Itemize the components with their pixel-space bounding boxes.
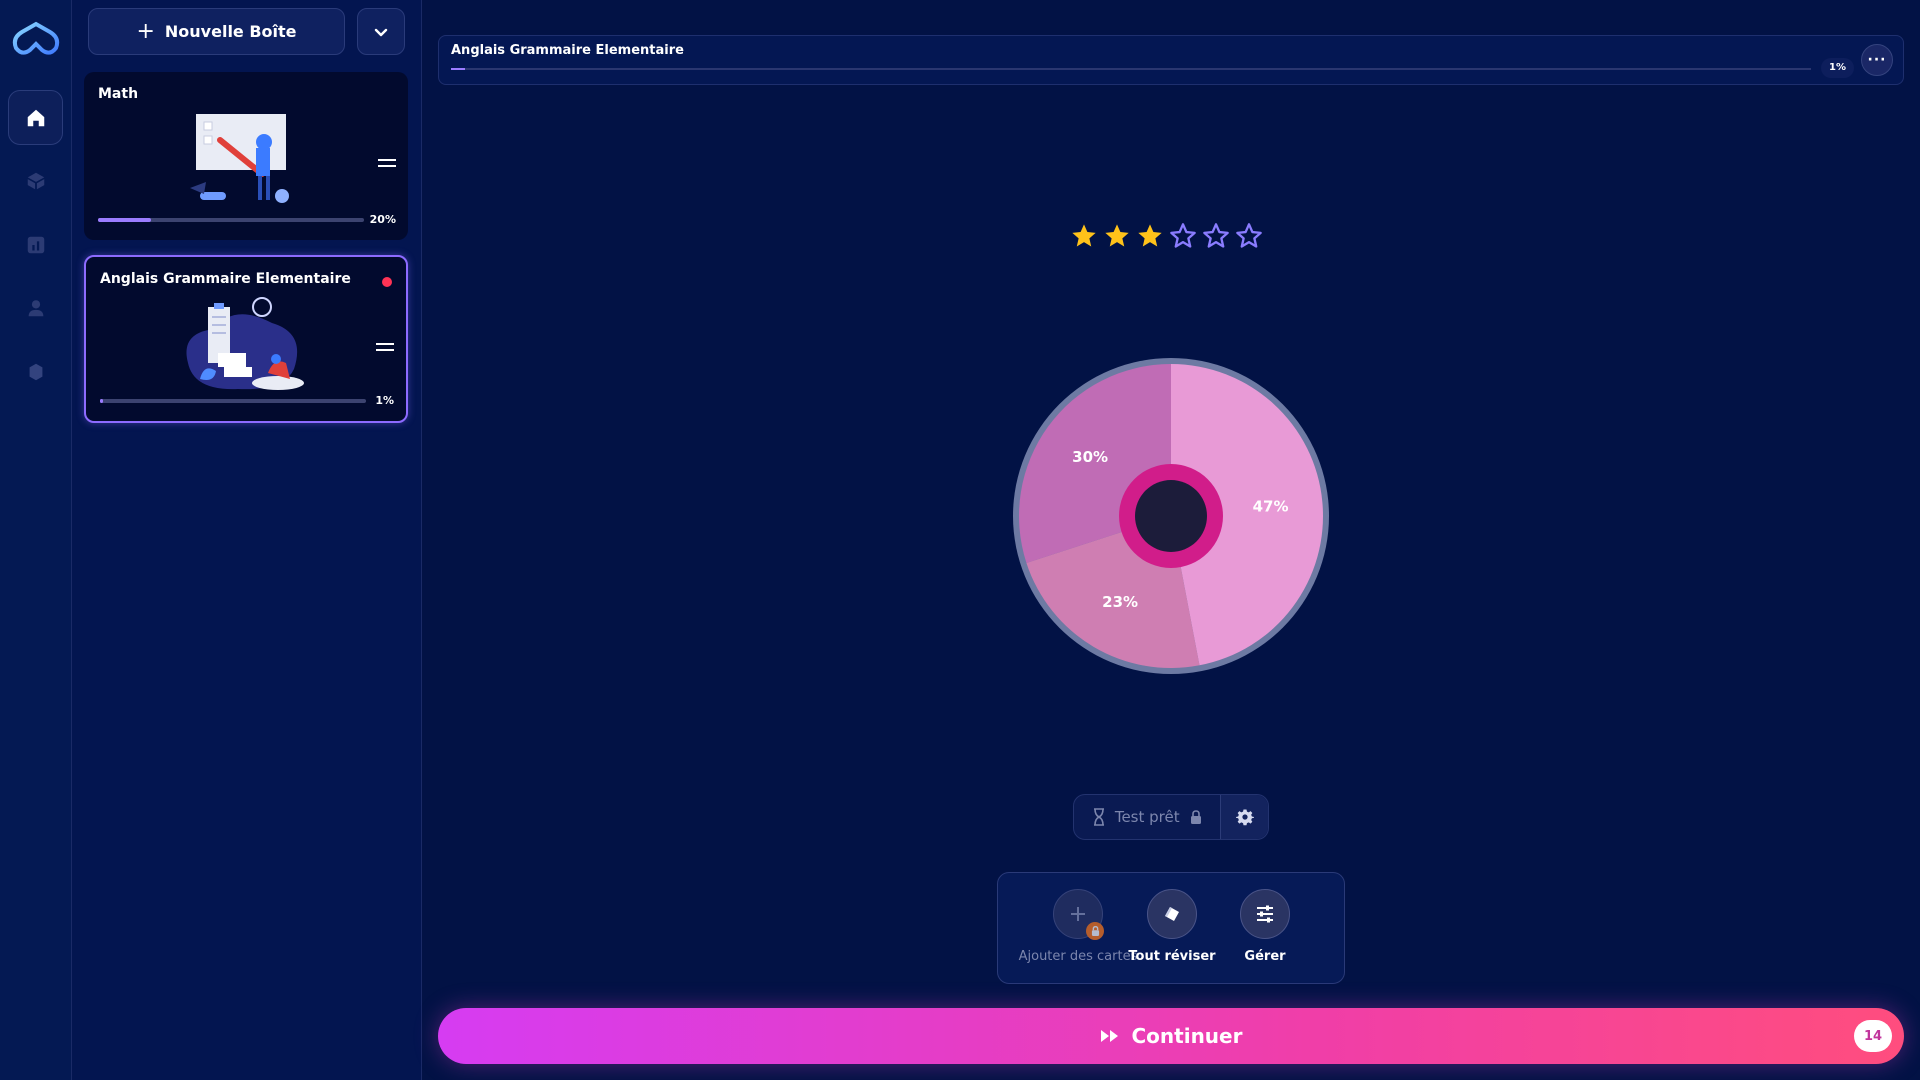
pie-center: [1135, 480, 1207, 552]
star-filled-icon: [1138, 224, 1162, 247]
more-options-button[interactable]: ···: [1861, 44, 1893, 76]
gear-icon: [1235, 809, 1254, 826]
lock-badge-icon: [1086, 922, 1104, 940]
star-filled-icon: [1105, 224, 1129, 247]
deck-progress-fill: [100, 399, 103, 403]
star-filled-icon: [1072, 224, 1096, 247]
math-illustration: [190, 114, 289, 203]
deck-header: Anglais Grammaire Elementaire 1% ···: [438, 35, 1904, 85]
test-settings-button[interactable]: [1220, 795, 1268, 839]
deck-title: Anglais Grammaire Elementaire: [100, 271, 351, 287]
plus-icon: [1071, 907, 1085, 921]
deck-actions-panel: Ajouter des cartes Tout réviser Gérer: [997, 872, 1345, 984]
deck-progress-label: 20%: [369, 213, 396, 226]
stats-nav-button[interactable]: [8, 217, 63, 272]
chart-icon: [27, 236, 44, 253]
deck-header-progress-label: 1%: [1821, 58, 1854, 78]
grammar-illustration: [186, 297, 304, 390]
ellipsis-icon: ···: [1867, 52, 1887, 68]
deck-progress-fill: [98, 218, 152, 222]
sliders-icon: [1257, 905, 1273, 923]
user-icon: [28, 299, 43, 316]
deck-title: Math: [98, 86, 139, 102]
deck-sidebar: + Nouvelle Boîte Math 20% Anglais Gramma…: [72, 0, 422, 1080]
progress-pie-chart: 47% 23% 30%: [1013, 358, 1329, 674]
new-box-dropdown-button[interactable]: [357, 8, 405, 55]
profile-nav-button[interactable]: [8, 280, 63, 335]
eraser-icon: [1165, 907, 1179, 921]
deck-progress-bar: [98, 218, 364, 222]
box-icon: [27, 172, 44, 189]
store-nav-button[interactable]: [8, 344, 63, 399]
continue-button[interactable]: Continuer 14: [438, 1008, 1904, 1064]
hourglass-icon: [1093, 808, 1104, 826]
test-ready-button[interactable]: Test prêt: [1074, 795, 1220, 839]
app-logo[interactable]: [10, 18, 62, 60]
lock-icon: [1190, 810, 1201, 824]
star-empty-icon: [1170, 223, 1196, 248]
deck-card-anglais[interactable]: Anglais Grammaire Elementaire 1%: [84, 255, 408, 423]
bag-icon: [29, 363, 42, 380]
due-count-badge: 14: [1854, 1020, 1892, 1052]
deck-progress-label: 1%: [375, 394, 394, 407]
drag-handle-icon[interactable]: [378, 159, 396, 167]
deck-header-progress-bar: [451, 68, 1811, 70]
notification-dot: [382, 277, 392, 287]
new-box-button[interactable]: + Nouvelle Boîte: [88, 8, 345, 55]
star-empty-icon: [1236, 223, 1262, 248]
pie-slice-label: 47%: [1253, 498, 1289, 516]
pie-slice-label: 30%: [1072, 448, 1108, 466]
manage-label: Gérer: [1244, 949, 1286, 964]
new-box-label: Nouvelle Boîte: [164, 22, 297, 41]
fast-forward-icon: [1100, 1030, 1118, 1042]
deck-card-math[interactable]: Math 20%: [84, 72, 408, 240]
pie-slice-label: 23%: [1102, 593, 1138, 611]
plus-icon: +: [136, 19, 155, 44]
decks-nav-button[interactable]: [8, 153, 63, 208]
home-nav-button[interactable]: [8, 90, 63, 145]
star-rating: [1070, 222, 1263, 250]
nav-rail: [0, 0, 72, 1080]
test-control: Test prêt: [1073, 794, 1269, 840]
manage-button[interactable]: Gérer: [1205, 889, 1325, 964]
deck-header-progress-fill: [451, 68, 465, 70]
chevron-down-icon: [374, 28, 388, 36]
test-ready-label: Test prêt: [1114, 808, 1180, 826]
star-empty-icon: [1203, 223, 1229, 248]
deck-header-title: Anglais Grammaire Elementaire: [451, 43, 684, 58]
deck-progress-bar: [100, 399, 366, 403]
continue-label: Continuer: [1131, 1024, 1243, 1048]
home-icon: [27, 109, 44, 126]
drag-handle-icon[interactable]: [376, 343, 394, 351]
